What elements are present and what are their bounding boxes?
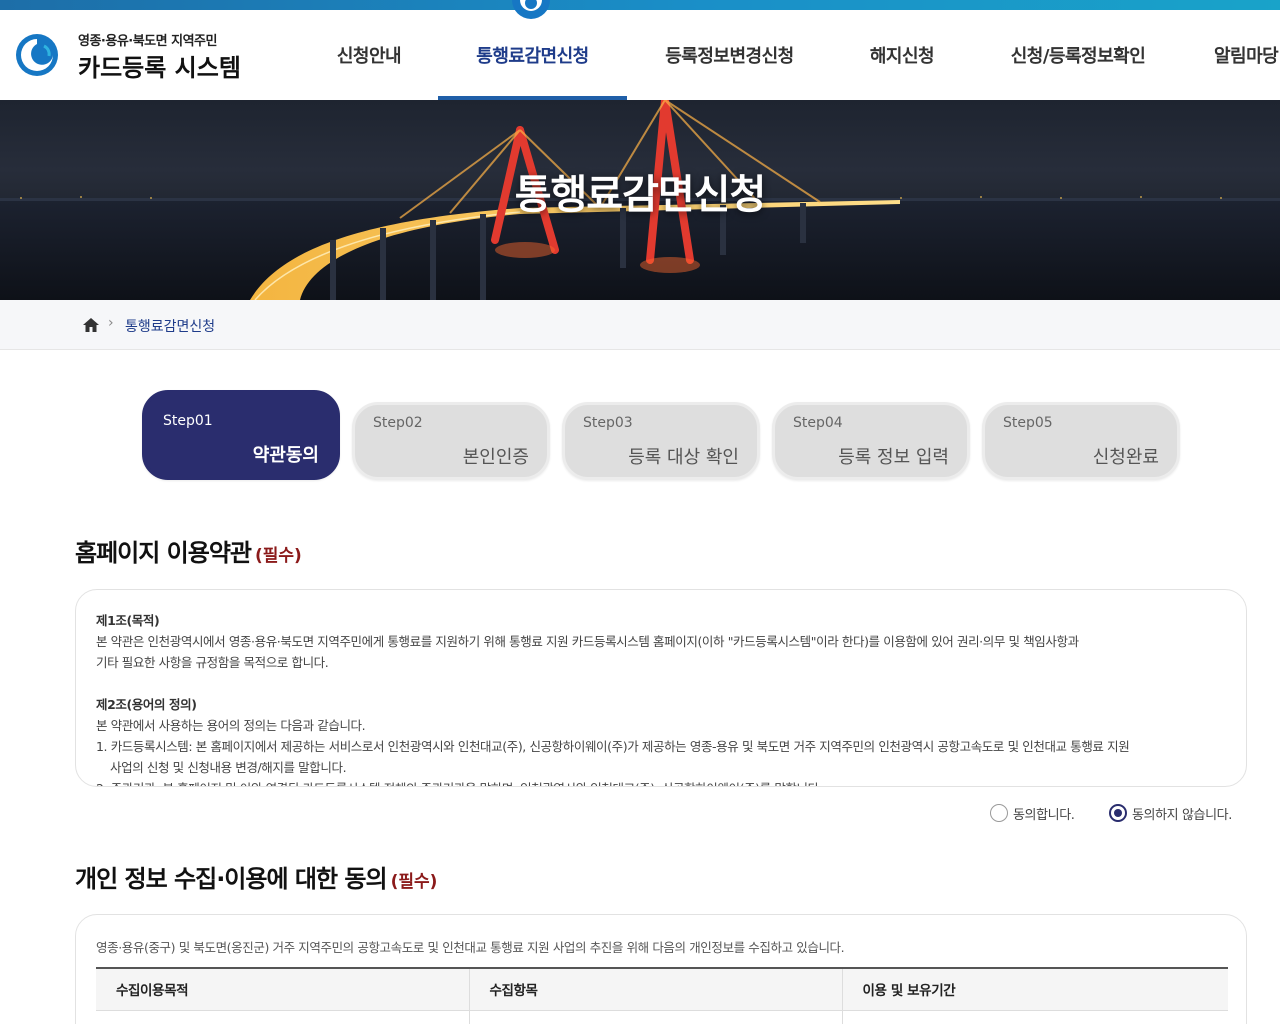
nav-notice[interactable]: 알림마당 <box>1184 10 1280 100</box>
chevron-right-icon: › <box>108 315 114 331</box>
logo-title: 카드등록 시스템 <box>78 54 241 82</box>
step-label: 등록 정보 입력 <box>838 447 949 468</box>
step-label: 약관동의 <box>252 445 319 466</box>
hero-title: 통행료감면신청 <box>514 172 767 218</box>
logo-subtitle: 영종·용유·북도면 지역주민 <box>78 34 217 49</box>
article-2-text: 본 약관에서 사용하는 용어의 정의는 다음과 같습니다. <box>96 718 366 733</box>
article-2-item-1-cont: 사업의 신청 및 신청내용 변경/해지를 말합니다. <box>110 760 347 775</box>
step-4: Step04 등록 정보 입력 <box>772 402 970 480</box>
step-number: Step03 <box>583 415 633 431</box>
step-1: Step01 약관동의 <box>142 390 340 480</box>
hero-banner: 통행료감면신청 <box>0 100 1280 300</box>
site-logo[interactable]: 영종·용유·북도면 지역주민 카드등록 시스템 <box>14 28 254 84</box>
column-header-purpose: 수집이용목적 <box>96 968 470 1011</box>
step-5: Step05 신청완료 <box>982 402 1180 480</box>
step-number: Step04 <box>793 415 843 431</box>
nav-cancel[interactable]: 해지신청 <box>832 10 972 100</box>
required-mark: (필수) <box>390 872 438 892</box>
step-label: 신청완료 <box>1092 447 1159 468</box>
logo-swirl-icon <box>16 34 58 76</box>
nav-check-info[interactable]: 신청/등록정보확인 <box>972 10 1184 100</box>
privacy-intro: 영종·용유(중구) 및 북도면(옹진군) 거주 지역주민의 공항고속도로 및 인… <box>96 940 845 955</box>
top-accent-bar <box>0 0 1280 10</box>
article-1-text: 본 약관은 인천광역시에서 영종·용유·북도면 지역주민에게 통행료를 지원하기… <box>96 634 1079 649</box>
terms-content: 제1조(목적) 본 약관은 인천광역시에서 영종·용유·북도면 지역주민에게 통… <box>96 610 1228 786</box>
step-label: 본인인증 <box>462 447 529 468</box>
site-header: 영종·용유·북도면 지역주민 카드등록 시스템 신청안내 통행료감면신청 등록정… <box>0 0 1280 100</box>
column-header-period: 이용 및 보유기간 <box>842 968 1228 1011</box>
nav-apply-guide[interactable]: 신청안내 <box>300 10 438 100</box>
terms-scroll-box[interactable]: 제1조(목적) 본 약관은 인천광역시에서 영종·용유·북도면 지역주민에게 통… <box>75 589 1247 787</box>
step-3: Step03 등록 대상 확인 <box>562 402 760 480</box>
step-number: Step02 <box>373 415 423 431</box>
terms-title: 홈페이지 이용약관 <box>75 539 252 567</box>
terms-disagree-option[interactable]: 동의하지 않습니다. <box>1109 802 1232 824</box>
step-label: 등록 대상 확인 <box>628 447 739 468</box>
privacy-section-title: 개인 정보 수집·이용에 대한 동의 (필수) <box>75 859 437 894</box>
privacy-box: 영종·용유(중구) 및 북도면(옹진군) 거주 지역주민의 공항고속도로 및 인… <box>75 914 1247 1024</box>
privacy-title: 개인 정보 수집·이용에 대한 동의 <box>75 865 388 893</box>
agree-radio[interactable] <box>990 804 1008 822</box>
article-2-item-1: 1. 카드등록시스템: 본 홈페이지에서 제공하는 서비스로서 인천광역시와 인… <box>96 739 1130 754</box>
table-row <box>96 1010 1228 1024</box>
nav-info-change[interactable]: 등록정보변경신청 <box>627 10 832 100</box>
agree-label[interactable]: 동의합니다. <box>1013 804 1075 823</box>
article-1-title: 제1조(목적) <box>96 613 160 628</box>
article-1-text: 기타 필요한 사항을 규정함을 목적으로 합니다. <box>96 655 329 670</box>
step-number: Step05 <box>1003 415 1053 431</box>
step-2: Step02 본인인증 <box>352 402 550 480</box>
disagree-radio[interactable] <box>1109 804 1127 822</box>
home-icon[interactable] <box>82 316 100 334</box>
privacy-table: 수집이용목적 수집항목 이용 및 보유기간 <box>96 967 1228 1024</box>
breadcrumb: › 통행료감면신청 <box>0 300 1280 350</box>
article-2-item-2: 2. 주관기관: 본 홈페이지 및 이와 연결된 카드등록시스템 전체의 주관기… <box>96 778 1228 786</box>
terms-agree-option[interactable]: 동의합니다. <box>990 802 1075 824</box>
required-mark: (필수) <box>255 546 302 566</box>
disagree-label[interactable]: 동의하지 않습니다. <box>1132 804 1232 823</box>
nav-toll-reduction[interactable]: 통행료감면신청 <box>438 10 627 100</box>
breadcrumb-current[interactable]: 통행료감면신청 <box>125 316 215 336</box>
terms-section-title: 홈페이지 이용약관 (필수) <box>75 533 302 568</box>
step-indicator: Step01 약관동의 Step02 본인인증 Step03 등록 대상 확인 … <box>142 390 1202 482</box>
article-2-title: 제2조(용어의 정의) <box>96 697 197 712</box>
step-number: Step01 <box>163 413 213 429</box>
main-nav: 신청안내 통행료감면신청 등록정보변경신청 해지신청 신청/등록정보확인 알림마… <box>300 10 1280 100</box>
column-header-items: 수집항목 <box>469 968 843 1011</box>
